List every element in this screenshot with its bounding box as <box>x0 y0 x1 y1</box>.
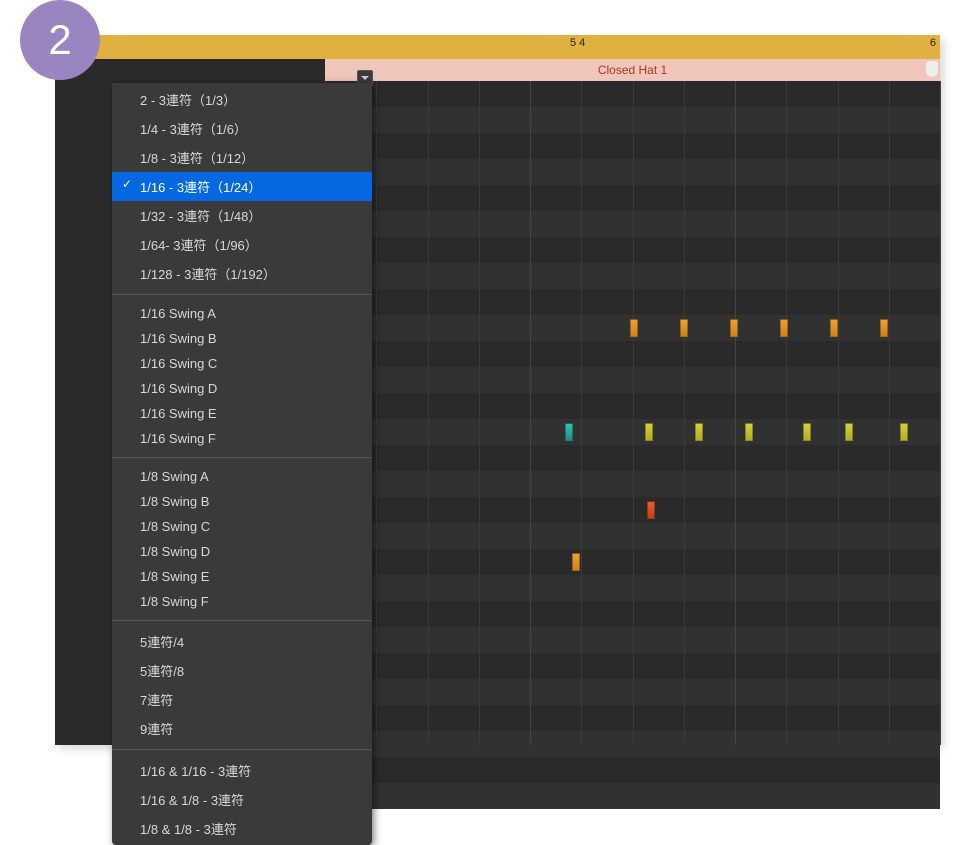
menu-divider <box>112 749 372 750</box>
quantize-menu-item[interactable]: 5連符/4 <box>112 627 372 656</box>
piano-roll-grid[interactable] <box>325 81 940 745</box>
quantize-menu-item[interactable]: 7連符 <box>112 685 372 714</box>
grid-line <box>889 81 890 745</box>
midi-note[interactable] <box>645 423 653 441</box>
step-number-text: 2 <box>48 16 71 64</box>
quantize-context-menu: 2 - 3連符（1/3）1/4 - 3連符（1/6）1/8 - 3連符（1/12… <box>112 83 372 845</box>
dropdown-arrow-icon <box>360 73 370 83</box>
grid-line <box>581 81 582 745</box>
quantize-menu-item[interactable]: 1/16 - 3連符（1/24） <box>112 172 372 201</box>
grid-line <box>838 81 839 745</box>
quantize-menu-item[interactable]: 1/16 Swing C <box>112 351 372 376</box>
midi-note[interactable] <box>900 423 908 441</box>
quantize-menu-item[interactable]: 1/16 Swing E <box>112 401 372 426</box>
quantize-menu-item[interactable]: 1/8 Swing F <box>112 589 372 614</box>
midi-note[interactable] <box>830 319 838 337</box>
grid-line <box>735 81 736 745</box>
quantize-menu-item[interactable]: 1/4 - 3連符（1/6） <box>112 114 372 143</box>
ruler-end-label: 6 <box>930 37 936 49</box>
region-header[interactable]: Closed Hat 1 <box>325 59 940 81</box>
quantize-menu-item[interactable]: 2 - 3連符（1/3） <box>112 85 372 114</box>
quantize-menu-item[interactable]: 1/8 Swing A <box>112 464 372 489</box>
quantize-menu-item[interactable]: 1/8 Swing D <box>112 539 372 564</box>
loop-end-marker[interactable] <box>926 61 938 77</box>
grid-line <box>940 81 941 745</box>
midi-note[interactable] <box>880 319 888 337</box>
quantize-menu-item[interactable]: 1/16 & 1/8 - 3連符 <box>112 785 372 814</box>
grid-line <box>786 81 787 745</box>
quantize-menu-item[interactable]: 1/8 Swing E <box>112 564 372 589</box>
midi-note[interactable] <box>630 319 638 337</box>
menu-divider <box>112 294 372 295</box>
midi-note[interactable] <box>803 423 811 441</box>
app-window: 5 4 6 Closed Hat 1 se se dge sh o 2 - 3連… <box>55 35 940 745</box>
quantize-menu-item[interactable]: 1/8 - 3連符（1/12） <box>112 143 372 172</box>
quantize-menu-item[interactable]: 1/8 Swing C <box>112 514 372 539</box>
grid-row <box>325 783 940 809</box>
quantize-menu-item[interactable]: 1/16 Swing F <box>112 426 372 451</box>
grid-line <box>530 81 531 745</box>
ruler-center-label: 5 4 <box>570 37 585 49</box>
timeline-ruler[interactable]: 5 4 6 <box>325 35 940 59</box>
midi-note[interactable] <box>745 423 753 441</box>
midi-note[interactable] <box>572 553 580 571</box>
quantize-menu-item[interactable]: 1/8 & 1/8 - 3連符 <box>112 814 372 843</box>
quantize-menu-item[interactable]: 1/32 - 3連符（1/48） <box>112 201 372 230</box>
midi-note[interactable] <box>730 319 738 337</box>
quantize-menu-item[interactable]: 1/8 Swing B <box>112 489 372 514</box>
midi-note[interactable] <box>845 423 853 441</box>
quantize-menu-item[interactable]: 1/128 - 3連符（1/192） <box>112 259 372 288</box>
quantize-menu-item[interactable]: 1/16 Swing D <box>112 376 372 401</box>
quantize-menu-item[interactable]: 1/16 Swing A <box>112 301 372 326</box>
quantize-menu-item[interactable]: 1/16 & 1/16 - 3連符 <box>112 756 372 785</box>
quantize-menu-item[interactable]: 9連符 <box>112 714 372 743</box>
grid-line <box>479 81 480 745</box>
menu-divider <box>112 620 372 621</box>
grid-line <box>428 81 429 745</box>
menu-divider <box>112 457 372 458</box>
quantize-menu-item[interactable]: 5連符/8 <box>112 656 372 685</box>
quantize-menu-item[interactable]: 1/64- 3連符（1/96） <box>112 230 372 259</box>
midi-note[interactable] <box>780 319 788 337</box>
grid-line <box>376 81 377 745</box>
grid-row <box>325 757 940 783</box>
midi-note[interactable] <box>565 423 573 441</box>
midi-note[interactable] <box>680 319 688 337</box>
quantize-menu-item[interactable]: 1/16 Swing B <box>112 326 372 351</box>
step-number-badge: 2 <box>20 0 100 80</box>
region-name: Closed Hat 1 <box>598 63 667 77</box>
midi-note[interactable] <box>695 423 703 441</box>
grid-line <box>684 81 685 745</box>
midi-note[interactable] <box>647 501 655 519</box>
grid-line <box>633 81 634 745</box>
